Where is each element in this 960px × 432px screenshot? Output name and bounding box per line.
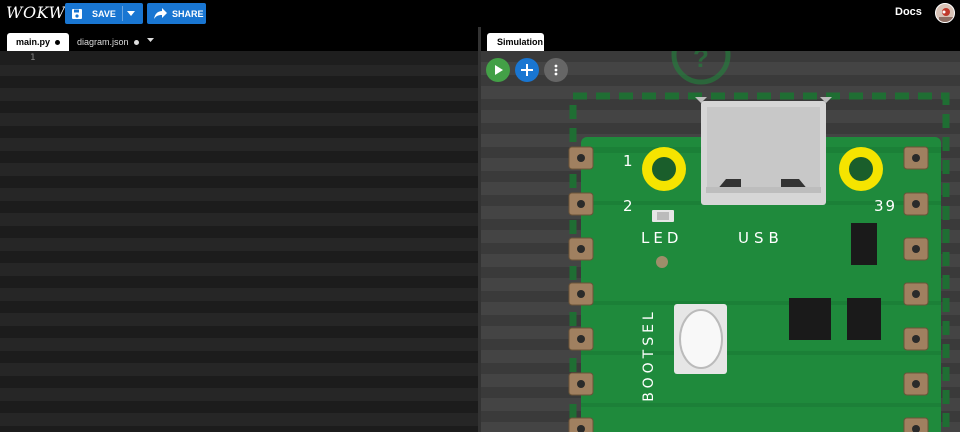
save-button-label: SAVE bbox=[92, 8, 116, 19]
avatar[interactable] bbox=[935, 3, 955, 23]
usb-label: USB bbox=[738, 229, 784, 247]
add-part-button[interactable] bbox=[515, 58, 539, 82]
pin-label-39: 39 bbox=[874, 197, 898, 215]
share-arrow-icon bbox=[153, 7, 167, 21]
more-options-button[interactable] bbox=[544, 58, 568, 82]
chevron-down-icon[interactable] bbox=[127, 11, 135, 16]
unsaved-dot-icon bbox=[55, 39, 61, 45]
unsaved-dot-icon bbox=[133, 39, 139, 45]
bootsel-label: BOOTSEL bbox=[641, 308, 657, 402]
share-button[interactable]: SHARE bbox=[147, 3, 206, 24]
pico-board: ? bbox=[568, 51, 950, 432]
tab-simulation[interactable]: Simulation bbox=[487, 33, 544, 51]
more-vertical-icon bbox=[554, 64, 558, 76]
tab-menu-chevron-down-icon[interactable] bbox=[147, 38, 154, 42]
docs-link[interactable]: Docs bbox=[895, 6, 922, 18]
led-label: LED bbox=[641, 229, 683, 247]
code-editor[interactable]: 1 bbox=[0, 51, 478, 432]
wokwi-logo[interactable]: WOKWI bbox=[6, 3, 72, 22]
editor-tab-bar: main.py diagram.json bbox=[0, 27, 478, 51]
editor-first-line bbox=[0, 51, 478, 65]
plus-icon bbox=[521, 64, 533, 76]
top-bar: WOKWI SAVE SHARE Docs bbox=[0, 0, 960, 27]
share-button-label: SHARE bbox=[172, 8, 204, 19]
simulation-canvas[interactable]: ? 1 2 39 LED USB BOOTSEL bbox=[481, 51, 960, 432]
tab-diagram-json[interactable]: diagram.json bbox=[74, 33, 144, 51]
simulation-tab-bar: Simulation bbox=[481, 27, 960, 51]
floppy-disk-icon bbox=[70, 7, 84, 21]
start-simulation-button[interactable] bbox=[486, 58, 510, 82]
save-button[interactable]: SAVE bbox=[65, 3, 143, 24]
save-button-separator bbox=[122, 6, 123, 21]
pin-label-2: 2 bbox=[623, 197, 633, 215]
pin-label-1: 1 bbox=[623, 152, 633, 170]
tab-main-py[interactable]: main.py bbox=[7, 33, 69, 51]
line-number: 1 bbox=[30, 53, 36, 63]
play-icon bbox=[493, 65, 503, 75]
svg-text:?: ? bbox=[693, 51, 709, 73]
tab-label: main.py bbox=[16, 37, 51, 47]
tab-label: diagram.json bbox=[77, 37, 129, 47]
